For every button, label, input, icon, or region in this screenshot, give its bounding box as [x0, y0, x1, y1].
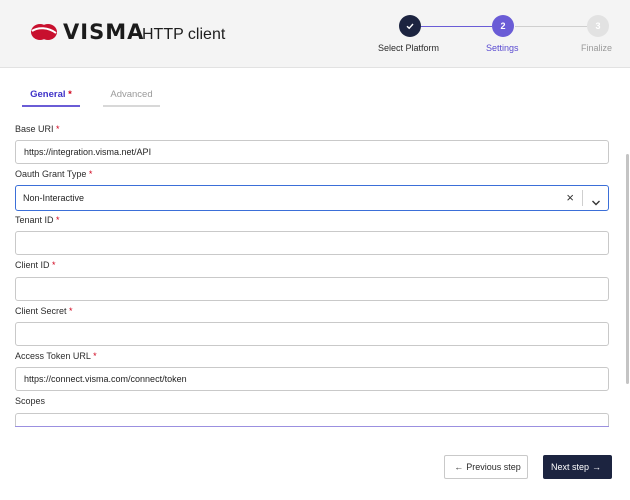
tenant-id-label: Tenant ID *: [15, 215, 60, 225]
tenant-id-input[interactable]: [15, 231, 609, 255]
tab-general-label: General: [30, 89, 66, 100]
tab-advanced-label: Advanced: [110, 89, 153, 100]
tab-advanced[interactable]: Advanced: [103, 89, 160, 107]
grant-type-select[interactable]: Non-Interactive ×: [15, 185, 609, 211]
visma-logo-icon: [30, 22, 58, 42]
required-marker: *: [68, 89, 72, 100]
arrow-right-icon: →: [592, 462, 602, 472]
required-marker: *: [88, 169, 93, 179]
grant-type-value: Non-Interactive: [23, 193, 85, 203]
stepper-connector-pending: [515, 26, 587, 27]
clear-icon[interactable]: ×: [566, 191, 574, 205]
check-icon: [399, 15, 421, 37]
base-uri-label-text: Base URI: [15, 124, 54, 134]
scopes-focus-line: [15, 426, 609, 427]
tenant-id-label-text: Tenant ID: [15, 215, 54, 225]
next-step-button[interactable]: Next step →: [543, 455, 612, 479]
client-id-label-text: Client ID: [15, 260, 50, 270]
step-number-finalize: 3: [587, 15, 609, 37]
scopes-label: Scopes: [15, 396, 46, 406]
base-uri-label: Base URI *: [15, 124, 60, 134]
step-label-finalize: Finalize: [581, 43, 613, 53]
app-root: VISMA HTTP client Select Platform 2 Sett…: [0, 0, 630, 500]
scopes-input[interactable]: [15, 413, 609, 427]
client-secret-label-text: Client Secret: [15, 306, 67, 316]
page-title: HTTP client: [142, 26, 226, 43]
access-token-url-input[interactable]: [15, 367, 609, 391]
client-id-input[interactable]: [15, 277, 609, 301]
step-number-settings: 2: [492, 15, 514, 37]
stepper-connector-done: [420, 26, 492, 27]
grant-type-label-text: Oauth Grant Type: [15, 169, 87, 179]
select-divider: [582, 190, 583, 206]
header-bar: VISMA HTTP client Select Platform 2 Sett…: [0, 0, 630, 68]
tab-bar: General * Advanced: [22, 89, 160, 107]
required-marker: *: [56, 215, 60, 225]
grant-type-label: Oauth Grant Type *: [15, 169, 92, 179]
tab-general[interactable]: General *: [22, 89, 80, 107]
brand: VISMA: [30, 20, 144, 44]
client-secret-input[interactable]: [15, 322, 609, 346]
previous-step-label: Previous step: [466, 462, 521, 472]
step-label-select-platform: Select Platform: [378, 43, 440, 53]
access-token-url-label: Access Token URL *: [15, 351, 97, 361]
base-uri-input[interactable]: [15, 140, 609, 164]
previous-step-button[interactable]: ← Previous step: [444, 455, 528, 479]
next-step-label: Next step: [550, 462, 590, 472]
scrollbar-thumb[interactable]: [626, 154, 629, 384]
required-marker: *: [69, 306, 73, 316]
client-secret-label: Client Secret *: [15, 306, 73, 316]
step-label-settings: Settings: [486, 43, 519, 53]
required-marker: *: [56, 124, 60, 134]
chevron-down-icon[interactable]: [591, 194, 601, 212]
arrow-left-icon: ←: [454, 462, 464, 472]
scrollbar[interactable]: [625, 68, 630, 428]
required-marker: *: [93, 351, 97, 361]
access-token-url-label-text: Access Token URL: [15, 351, 91, 361]
client-id-label: Client ID *: [15, 260, 56, 270]
required-marker: *: [52, 260, 56, 270]
brand-name: VISMA: [63, 20, 145, 44]
